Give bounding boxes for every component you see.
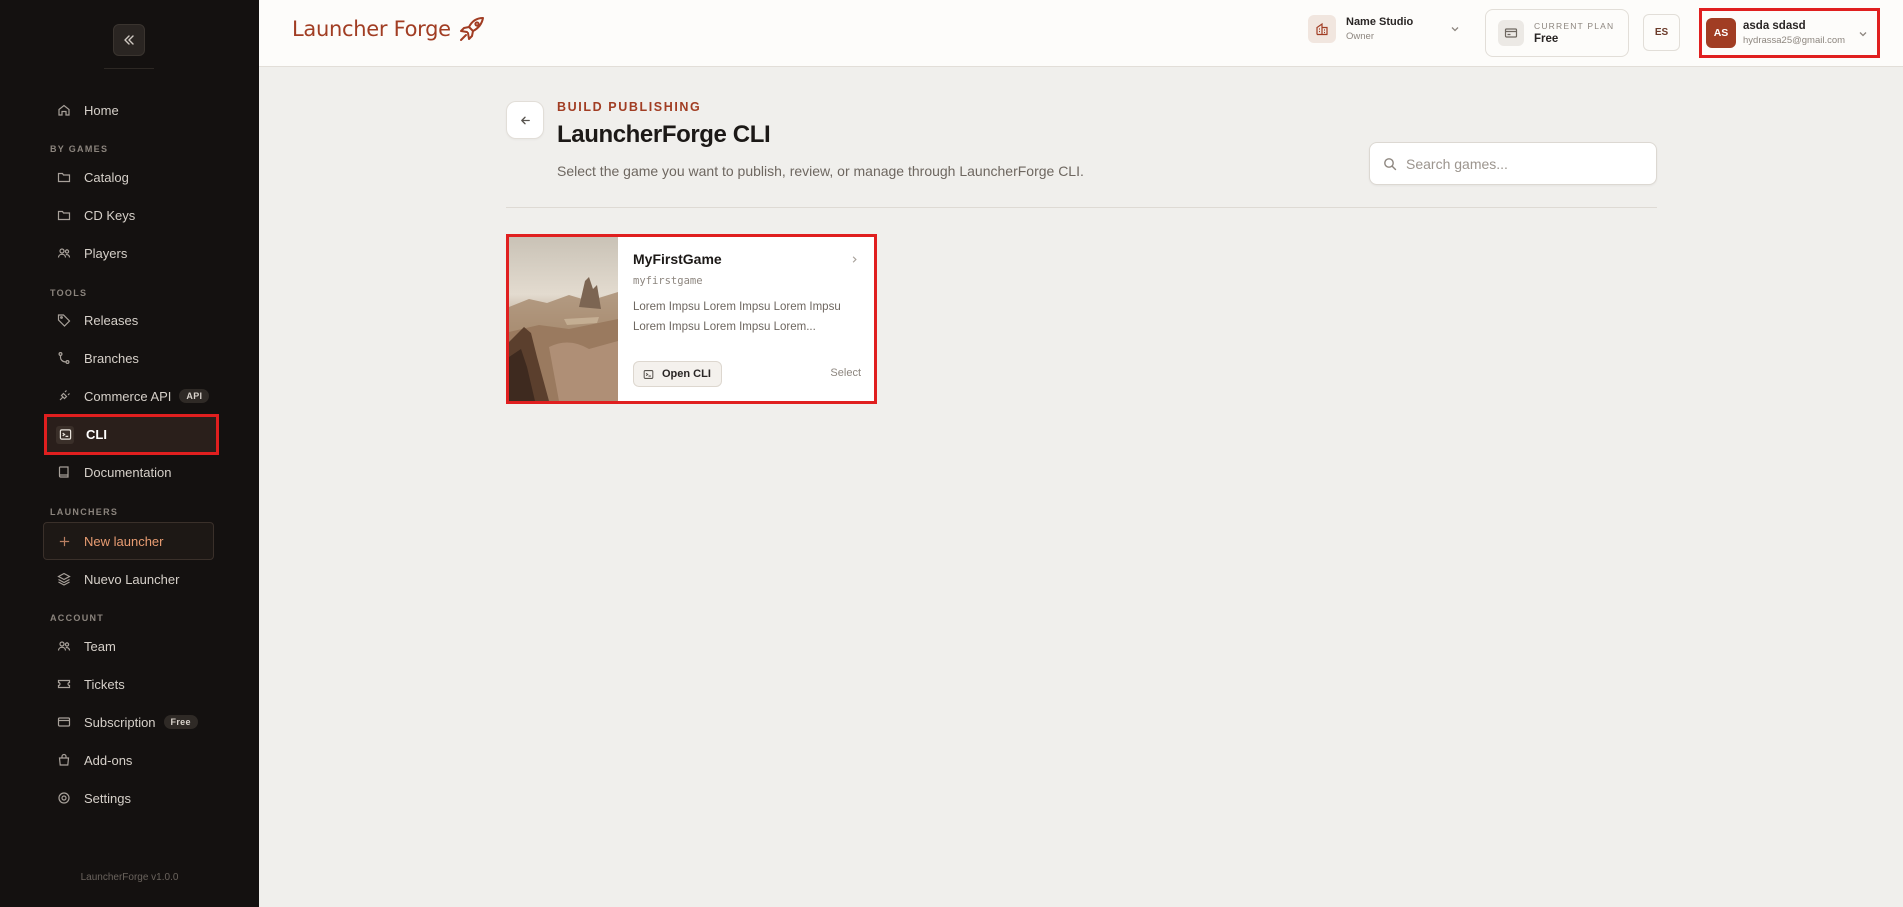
sidebar-item-cd-keys[interactable]: CD Keys bbox=[44, 196, 218, 234]
bag-icon bbox=[56, 752, 72, 768]
open-cli-button[interactable]: Open CLI bbox=[633, 361, 722, 387]
branch-icon bbox=[56, 350, 72, 366]
sidebar-item-home[interactable]: Home bbox=[44, 91, 218, 129]
rocket-icon bbox=[459, 17, 484, 41]
sidebar-item-players[interactable]: Players bbox=[44, 234, 218, 272]
sidebar-item-tickets[interactable]: Tickets bbox=[44, 665, 218, 703]
terminal-icon bbox=[643, 369, 654, 379]
layers-icon bbox=[56, 571, 72, 587]
brand-logo[interactable]: Launcher Forge bbox=[292, 15, 487, 43]
ticket-icon bbox=[56, 676, 72, 692]
gear-icon bbox=[56, 790, 72, 806]
sidebar-item-branches[interactable]: Branches bbox=[44, 339, 218, 377]
api-badge: API bbox=[179, 389, 210, 403]
folder-icon bbox=[56, 207, 72, 223]
sidebar-item-add-ons[interactable]: Add-ons bbox=[44, 741, 218, 779]
studio-role: Owner bbox=[1346, 31, 1374, 42]
game-thumbnail bbox=[509, 237, 618, 401]
studio-name: Name Studio bbox=[1346, 16, 1414, 28]
sidebar-item-label: Commerce API bbox=[84, 388, 172, 404]
page-subtitle: Select the game you want to publish, rev… bbox=[557, 163, 1084, 179]
sidebar-item-label: CLI bbox=[86, 427, 107, 442]
section-label-games: BY GAMES bbox=[50, 144, 109, 154]
header-divider bbox=[506, 207, 1657, 208]
sidebar-item-label: Add-ons bbox=[84, 752, 133, 768]
free-badge: Free bbox=[163, 715, 198, 729]
language-toggle[interactable]: ES bbox=[1643, 14, 1680, 51]
chevron-down-icon bbox=[1859, 32, 1867, 37]
brand-name: Launcher Forge bbox=[292, 17, 451, 41]
search-input[interactable] bbox=[1406, 155, 1636, 172]
studio-switcher[interactable]: Name Studio Owner bbox=[1308, 15, 1461, 43]
sidebar-item-label: Subscription bbox=[84, 714, 156, 730]
sidebar-item-releases[interactable]: Releases bbox=[44, 301, 218, 339]
section-label-tools: TOOLS bbox=[50, 288, 88, 298]
home-icon bbox=[56, 102, 72, 118]
section-label-account: ACCOUNT bbox=[50, 613, 105, 623]
user-menu[interactable]: AS asda sdasd hydrassa25@gmail.com bbox=[1699, 8, 1880, 58]
credit-card-icon bbox=[56, 714, 72, 730]
terminal-icon bbox=[56, 425, 74, 444]
plan-value: Free bbox=[1534, 33, 1559, 45]
sidebar-item-label: Catalog bbox=[84, 169, 129, 185]
user-email: hydrassa25@gmail.com bbox=[1743, 35, 1846, 46]
double-chevron-left-icon bbox=[124, 35, 134, 45]
sidebar-item-label: Releases bbox=[84, 312, 139, 328]
sidebar-item-label: CD Keys bbox=[84, 207, 136, 223]
game-description: Lorem Impsu Lorem Impsu Lorem Impsu Lore… bbox=[633, 301, 841, 333]
page-eyebrow: BUILD PUBLISHING bbox=[557, 100, 702, 114]
game-slug: myfirstgame bbox=[633, 275, 703, 287]
building-icon bbox=[1308, 15, 1336, 43]
sidebar-item-cli[interactable]: CLI bbox=[44, 414, 219, 455]
game-name: MyFirstGame bbox=[633, 251, 722, 267]
new-launcher-button[interactable]: New launcher bbox=[43, 522, 214, 560]
sidebar-item-documentation[interactable]: Documentation bbox=[44, 453, 218, 491]
user-name: asda sdasd bbox=[1743, 20, 1806, 32]
folder-icon bbox=[56, 169, 72, 185]
current-plan-card[interactable]: CURRENT PLAN Free bbox=[1485, 9, 1629, 57]
sidebar-item-catalog[interactable]: Catalog bbox=[44, 158, 218, 196]
sidebar-item-team[interactable]: Team bbox=[44, 627, 218, 665]
sidebar-item-label: Players bbox=[84, 245, 128, 261]
sidebar-item-label: Team bbox=[84, 638, 116, 654]
game-card[interactable]: MyFirstGame myfirstgame Lorem Impsu Lore… bbox=[506, 234, 877, 404]
section-label-launchers: LAUNCHERS bbox=[50, 507, 119, 517]
top-bar: Launcher Forge Name Studio Owner CURRENT… bbox=[259, 0, 1903, 67]
book-icon bbox=[56, 464, 72, 480]
sidebar-item-nuevo-launcher[interactable]: Nuevo Launcher bbox=[44, 560, 218, 598]
users-icon bbox=[56, 638, 72, 654]
plan-label: CURRENT PLAN bbox=[1534, 21, 1615, 31]
sidebar-item-label: Home bbox=[84, 102, 119, 118]
avatar: AS bbox=[1706, 18, 1736, 48]
plus-icon bbox=[56, 533, 72, 549]
back-button[interactable] bbox=[506, 101, 544, 139]
sidebar-item-label: Nuevo Launcher bbox=[84, 571, 180, 587]
sidebar-item-label: Branches bbox=[84, 350, 139, 366]
page-title: LauncherForge CLI bbox=[557, 121, 771, 148]
chevron-down-icon bbox=[1451, 27, 1459, 32]
sidebar-divider bbox=[104, 68, 154, 69]
credit-card-icon bbox=[1498, 20, 1524, 46]
open-cli-label: Open CLI bbox=[662, 368, 711, 380]
tag-icon bbox=[56, 312, 72, 328]
sidebar: Home BY GAMES Catalog CD Keys Players TO… bbox=[0, 0, 259, 907]
sidebar-item-label: New launcher bbox=[84, 533, 164, 549]
users-icon bbox=[56, 245, 72, 261]
arrow-left-icon bbox=[520, 116, 530, 124]
sidebar-item-subscription[interactable]: Subscription Free bbox=[44, 703, 218, 741]
sidebar-item-label: Settings bbox=[84, 790, 131, 806]
sidebar-item-label: Documentation bbox=[84, 464, 172, 480]
search-box bbox=[1369, 142, 1657, 185]
plug-icon bbox=[56, 388, 72, 404]
sidebar-item-settings[interactable]: Settings bbox=[44, 779, 218, 817]
chevron-right-icon bbox=[852, 256, 857, 263]
game-card-body: MyFirstGame myfirstgame Lorem Impsu Lore… bbox=[618, 237, 874, 401]
collapse-sidebar-button[interactable] bbox=[113, 24, 145, 56]
sidebar-item-commerce-api[interactable]: Commerce API API bbox=[44, 377, 218, 415]
app-version: LauncherForge v1.0.0 bbox=[80, 872, 179, 883]
sidebar-item-label: Tickets bbox=[84, 676, 125, 692]
search-icon bbox=[1384, 157, 1397, 170]
select-game-button[interactable]: Select bbox=[830, 367, 861, 379]
